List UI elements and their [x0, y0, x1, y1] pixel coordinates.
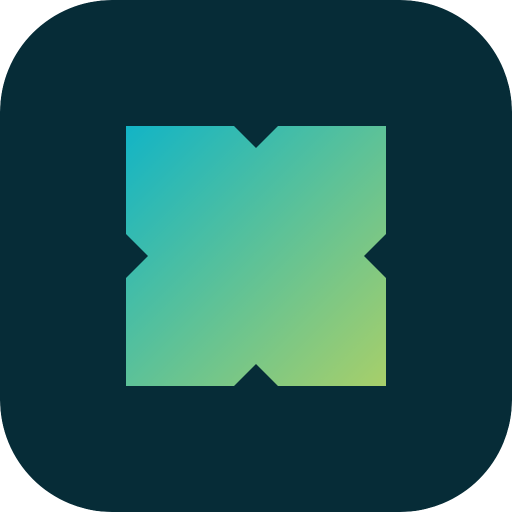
notched-square-logo-icon: [126, 126, 386, 386]
app-icon-graphic: [0, 0, 512, 512]
app-icon[interactable]: [0, 0, 512, 512]
